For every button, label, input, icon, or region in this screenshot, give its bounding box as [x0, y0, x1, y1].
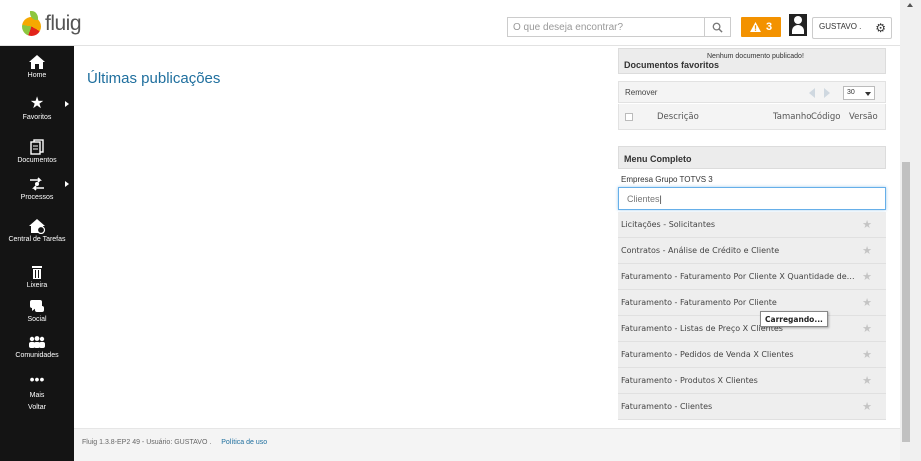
alerts-button[interactable]: 3 — [741, 17, 781, 37]
warning-icon — [749, 22, 761, 32]
search-icon — [712, 22, 723, 33]
sidebar-item-voltar[interactable]: Voltar — [0, 404, 74, 411]
menu-item-label: Faturamento - Faturamento Por Cliente X … — [621, 272, 857, 281]
user-name: GUSTAVO . — [819, 22, 862, 31]
sidebar-item-label: Comunidades — [15, 352, 59, 359]
chat-icon — [30, 300, 44, 312]
next-page-icon[interactable] — [824, 88, 830, 98]
star-icon[interactable]: ★ — [862, 270, 872, 283]
menu-filter-input[interactable]: Clientes| — [618, 187, 886, 210]
remove-button[interactable]: Remover — [625, 88, 657, 97]
fluig-logo-icon — [20, 11, 42, 37]
list-item[interactable]: Faturamento - Pedidos de Venda X Cliente… — [618, 342, 886, 368]
column-header-codigo[interactable]: Código — [811, 112, 841, 122]
full-menu-header: Menu Completo — [618, 146, 886, 169]
list-item[interactable]: Licitações - Solicitantes ★ — [618, 212, 886, 238]
usage-policy-link[interactable]: Política de uso — [221, 439, 267, 446]
fluig-logo[interactable]: fluig — [20, 8, 82, 40]
sidebar-item-label: Social — [27, 316, 47, 323]
menu-item-label: Faturamento - Produtos X Clientes — [621, 376, 758, 385]
menu-item-label: Licitações - Solicitantes — [621, 220, 716, 229]
communities-icon — [29, 336, 45, 348]
star-icon[interactable]: ★ — [862, 348, 872, 361]
favorite-documents-title: Documentos favoritos — [624, 60, 720, 70]
user-menu[interactable]: GUSTAVO . ⚙ — [812, 17, 892, 39]
menu-item-label: Faturamento - Faturamento Por Cliente — [621, 298, 777, 307]
column-header-descricao[interactable]: Descrição — [657, 112, 699, 122]
sidebar-item-processos[interactable]: Processos — [0, 176, 74, 201]
documents-icon — [30, 139, 44, 155]
chevron-right-icon — [65, 101, 69, 107]
list-item[interactable]: Faturamento - Faturamento Por Cliente ★ — [618, 290, 886, 316]
sidebar-item-mais[interactable]: ••• Mais — [0, 371, 74, 399]
star-icon[interactable]: ★ — [862, 244, 872, 257]
sidebar-item-lixeira[interactable]: Lixeira — [0, 264, 74, 289]
logo-text: fluig — [45, 12, 82, 35]
favorite-documents-header: Nenhum documento publicado! Documentos f… — [618, 48, 886, 74]
list-item[interactable]: Contratos - Análise de Crédito e Cliente… — [618, 238, 886, 264]
sidebar: Home ★ Favoritos Documentos Processos Ce… — [0, 46, 74, 461]
sidebar-item-label: Lixeira — [26, 282, 48, 289]
per-page-select[interactable]: 30 — [843, 86, 875, 100]
select-all-checkbox[interactable] — [625, 113, 633, 121]
sidebar-item-comunidades[interactable]: Comunidades — [0, 334, 74, 359]
scroll-up-icon[interactable] — [907, 3, 913, 7]
search-button[interactable] — [705, 17, 731, 37]
sidebar-item-home[interactable]: Home — [0, 54, 74, 79]
sidebar-item-label: Documentos — [17, 157, 57, 164]
documents-table-header: Descrição Tamanho Código Versão — [618, 104, 886, 130]
sidebar-item-social[interactable]: Social — [0, 298, 74, 323]
list-item[interactable]: Faturamento - Faturamento Por Cliente X … — [618, 264, 886, 290]
prev-page-icon[interactable] — [809, 88, 815, 98]
menu-list: Licitações - Solicitantes ★ Contratos - A… — [618, 212, 886, 420]
menu-item-label: Contratos - Análise de Crédito e Cliente — [621, 246, 780, 255]
list-item[interactable]: Faturamento - Clientes ★ — [618, 394, 886, 420]
sidebar-item-central-tarefas[interactable]: Central de Tarefas — [0, 218, 74, 243]
chevron-down-icon — [865, 92, 871, 96]
documents-toolbar: Remover 30 — [618, 81, 886, 103]
more-icon: ••• — [29, 371, 45, 387]
user-avatar[interactable] — [789, 14, 807, 36]
company-name: Empresa Grupo TOTVS 3 — [621, 175, 713, 184]
empty-documents-note: Nenhum documento publicado! — [707, 53, 804, 60]
sidebar-item-label: Voltar — [28, 404, 46, 411]
sidebar-item-favoritos[interactable]: ★ Favoritos — [0, 96, 74, 121]
list-item[interactable]: Faturamento - Listas de Preço X Clientes… — [618, 316, 886, 342]
sidebar-item-documentos[interactable]: Documentos — [0, 139, 74, 164]
star-icon[interactable]: ★ — [862, 218, 872, 231]
column-header-tamanho[interactable]: Tamanho — [773, 112, 811, 122]
column-header-versao[interactable]: Versão — [849, 112, 878, 122]
scrollbar-thumb[interactable] — [902, 162, 910, 442]
chevron-right-icon — [65, 181, 69, 187]
sidebar-item-label: Processos — [20, 194, 54, 201]
star-icon[interactable]: ★ — [862, 296, 872, 309]
alert-count: 3 — [765, 21, 773, 33]
processes-icon — [30, 177, 44, 191]
trash-icon — [32, 266, 42, 279]
star-icon[interactable]: ★ — [862, 374, 872, 387]
sidebar-item-label: Favoritos — [22, 114, 52, 121]
search-input[interactable]: O que deseja encontrar? — [507, 17, 705, 37]
sidebar-item-label: Mais — [29, 392, 45, 399]
task-center-icon — [29, 219, 46, 234]
menu-item-label: Faturamento - Pedidos de Venda X Cliente… — [621, 350, 794, 359]
star-icon[interactable]: ★ — [862, 322, 872, 335]
per-page-value: 30 — [847, 89, 855, 96]
home-icon — [29, 55, 45, 69]
star-icon[interactable]: ★ — [862, 400, 872, 413]
top-bar: fluig O que deseja encontrar? 3 GUSTAVO … — [0, 0, 900, 46]
version-text: Fluig 1.3.8-EP2 49 - Usuário: GUSTAVO . — [82, 439, 212, 446]
star-icon: ★ — [29, 95, 45, 112]
menu-item-label: Faturamento - Clientes — [621, 402, 713, 411]
list-item[interactable]: Faturamento - Produtos X Clientes ★ — [618, 368, 886, 394]
page-title: Últimas publicações — [87, 70, 221, 87]
gear-icon[interactable]: ⚙ — [875, 21, 886, 35]
menu-filter-value: Clientes — [627, 194, 660, 204]
sidebar-item-label: Home — [27, 72, 47, 79]
loading-tooltip: Carregando... — [760, 311, 828, 327]
footer: Fluig 1.3.8-EP2 49 - Usuário: GUSTAVO . … — [74, 428, 900, 461]
sidebar-item-label: Central de Tarefas — [8, 236, 66, 243]
